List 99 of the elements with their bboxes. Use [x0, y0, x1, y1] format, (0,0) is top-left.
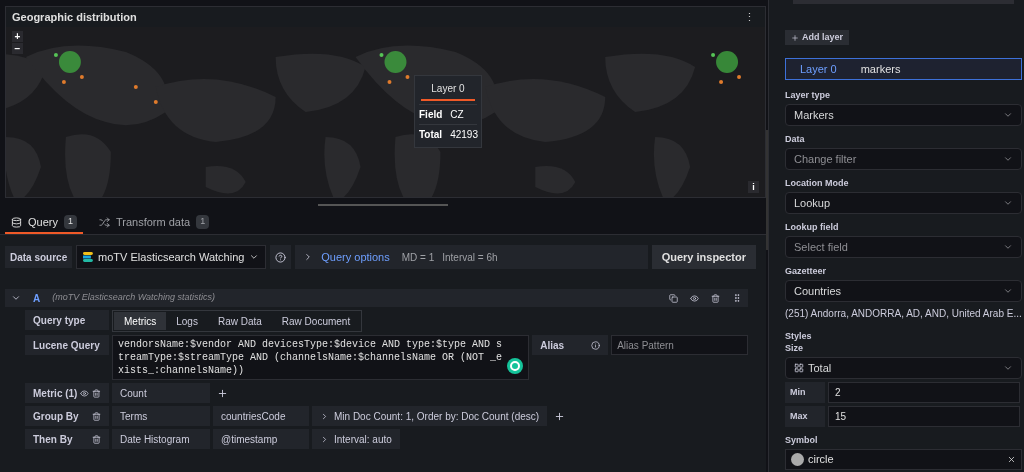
option-label: Size: [785, 343, 804, 354]
tooltip-label: Field: [419, 108, 443, 122]
drag-handle-icon[interactable]: [732, 293, 742, 303]
field-value[interactable]: Date Histogram: [112, 429, 210, 449]
query-options-link[interactable]: Query options: [321, 248, 390, 266]
chevron-icon: [1002, 363, 1013, 373]
chevron-icon: [1002, 242, 1013, 252]
interval-value: Interval = 6h: [442, 250, 498, 265]
chevron-icon: [1002, 110, 1013, 120]
tab-label: Transform data: [116, 214, 191, 230]
section-title: Styles: [785, 331, 813, 342]
field-value[interactable]: @timestamp: [213, 429, 309, 449]
option-select[interactable]: Lookup: [785, 192, 1022, 214]
panel-title: Geographic distribution: [12, 9, 137, 25]
panel-menu[interactable]: ⋮: [740, 8, 759, 26]
field-label: Group By: [33, 409, 80, 424]
alias-field[interactable]: Alias Pattern: [611, 335, 748, 355]
gazetteer-summary: (251) Andorra, ANDORRA, AD, AND, United Arab E...: [785, 307, 1022, 321]
grammarly-icon[interactable]: [507, 358, 524, 374]
chevron-icon: [1002, 286, 1013, 296]
database-icon: [11, 216, 22, 228]
collapse-icon[interactable]: [11, 293, 21, 303]
eye-icon[interactable]: [80, 388, 90, 398]
number-field[interactable]: 2: [828, 382, 1020, 403]
number-field[interactable]: 15: [828, 406, 1020, 427]
chevron-icon: [1002, 198, 1013, 208]
tab-label: Query: [28, 214, 58, 230]
symbol-value: circle: [808, 452, 835, 468]
editor-tab[interactable]: Transform data 1: [93, 212, 216, 234]
help-button[interactable]: [270, 245, 292, 269]
field-label: Alias: [540, 338, 566, 353]
max-datapoints: MD = 1: [400, 250, 435, 265]
field-label: Min: [785, 382, 825, 403]
option-label: Data: [785, 134, 806, 145]
datasource-picker[interactable]: moTV Elasticsearch Watching: [76, 245, 267, 269]
tooltip-value: CZ: [450, 108, 464, 122]
option-select[interactable]: Select field: [785, 236, 1022, 258]
elastic-logo-icon: [83, 252, 94, 262]
option-select[interactable]: Change filter: [785, 148, 1022, 170]
option-select[interactable]: Markers: [785, 104, 1022, 126]
transform-icon: [99, 216, 110, 228]
lucene-query-field[interactable]: vendorsName:$vendor AND devicesType:$device AND type:$type AND streamType:$streamType AND (channelsName:$channelsName OR (NOT _exists_:channelsName)): [111, 335, 530, 380]
query-type-option[interactable]: Raw Data: [207, 312, 272, 330]
layer-name: Layer 0: [800, 61, 837, 77]
option-label: Layer type: [785, 90, 832, 101]
query-type-option[interactable]: Raw Document: [271, 312, 361, 330]
query-header[interactable]: A (moTV Elasticsearch Watching statistics): [5, 289, 748, 307]
chevron-right-icon[interactable]: [320, 411, 329, 421]
field-label: Then By: [33, 432, 74, 447]
chevron-icon: [249, 252, 260, 262]
count-badge: 1: [63, 215, 77, 229]
layer-type: markers: [860, 61, 901, 77]
size-select[interactable]: Total: [785, 357, 1022, 379]
query-inspector-button[interactable]: Query inspector: [651, 245, 756, 269]
option-select[interactable]: Countries: [785, 280, 1022, 302]
symbol-select[interactable]: circle: [785, 449, 1022, 470]
plus-icon: [791, 33, 799, 42]
duplicate-icon[interactable]: [669, 293, 678, 303]
delete-icon[interactable]: [92, 388, 101, 398]
chevron-icon: [1002, 154, 1013, 164]
tooltip-value: 42193: [450, 128, 478, 142]
option-label: Lookup field: [785, 222, 840, 233]
delete-icon[interactable]: [92, 434, 101, 444]
query-letter: A: [33, 291, 41, 306]
info-button[interactable]: i: [748, 181, 759, 193]
delete-icon[interactable]: [711, 293, 720, 303]
zoom-out-button[interactable]: −: [12, 43, 23, 54]
add-icon[interactable]: [554, 410, 566, 422]
datasource-value: moTV Elasticsearch Watching: [98, 249, 245, 265]
field-label: Lucene Query: [25, 335, 109, 355]
chevron-right-icon[interactable]: [320, 434, 329, 444]
query-description: (moTV Elasticsearch Watching statistics): [52, 291, 217, 305]
option-label: Location Mode: [785, 178, 850, 189]
delete-icon[interactable]: [92, 411, 101, 421]
help-icon: [275, 251, 287, 263]
query-type-option[interactable]: Metrics: [114, 312, 167, 330]
layer-item[interactable]: Layer 0 markers: [785, 58, 1022, 80]
option-label: Gazetteer: [785, 266, 828, 277]
query-type-option[interactable]: Logs: [166, 312, 208, 330]
option-label: Symbol: [785, 435, 819, 446]
field-value[interactable]: Terms: [112, 406, 210, 426]
field-label: Metric (1): [33, 386, 78, 401]
tooltip-label: Total: [419, 128, 443, 142]
count-badge: 1: [196, 215, 210, 229]
info-icon: [591, 340, 601, 350]
field-label: Query type: [25, 310, 109, 330]
field-label: Max: [785, 406, 825, 427]
tooltip-underline: [421, 99, 475, 101]
splitter-handle[interactable]: [318, 204, 448, 206]
add-icon[interactable]: [217, 387, 228, 399]
query-options-bar[interactable]: Query options MD = 1 Interval = 6h: [295, 245, 648, 269]
tooltip-title: Layer 0: [430, 82, 466, 96]
datasource-label: Data source: [5, 246, 73, 268]
clear-icon[interactable]: [1006, 455, 1016, 464]
eye-icon[interactable]: [690, 293, 699, 303]
add-layer-button[interactable]: Add layer: [785, 30, 849, 45]
zoom-in-button[interactable]: +: [12, 31, 23, 42]
field-value[interactable]: Count: [112, 383, 210, 403]
field-value[interactable]: countriesCode: [213, 406, 309, 426]
